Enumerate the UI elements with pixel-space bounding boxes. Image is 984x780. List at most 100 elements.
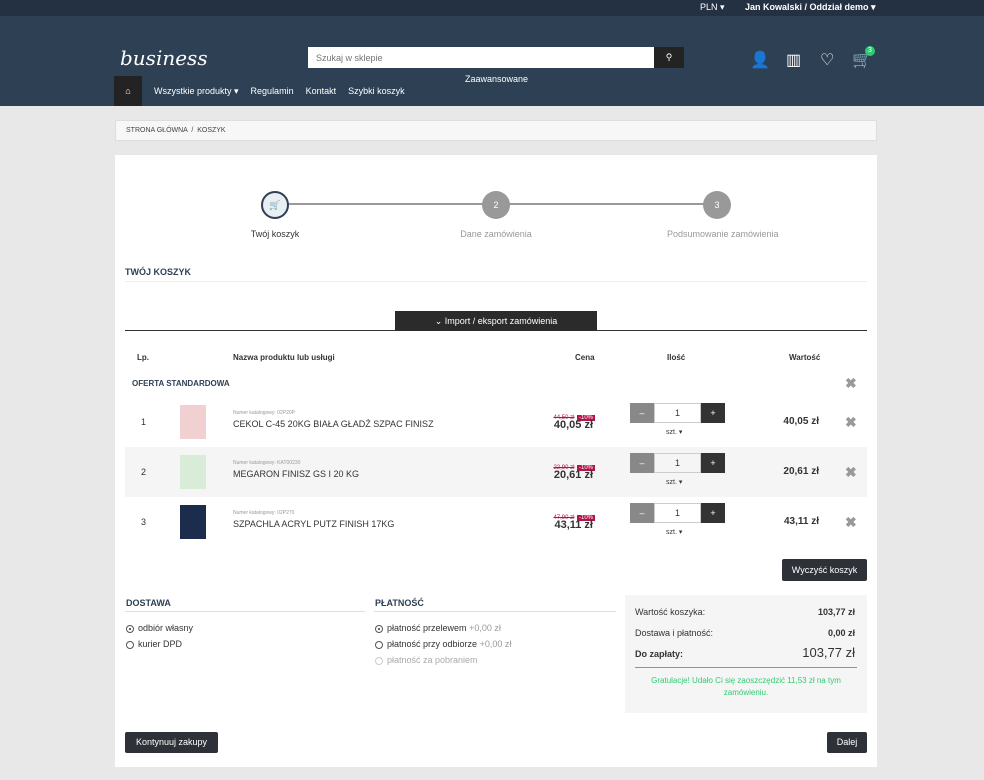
total-value: 103,77 zł: [802, 645, 855, 660]
unit-dropdown[interactable]: szt. ▾: [666, 478, 682, 486]
cart-panel: 🛒 Twój koszyk 2 Dane zamówienia 3 Podsumowa…: [115, 155, 877, 767]
heart-icon[interactable]: ♡: [820, 50, 834, 70]
cart-row: 1 Numer katalogowy: 02P20P CEKOL C-45 20…: [125, 397, 867, 447]
header: business ⚲ Zaawansowane 👤 ▥ ♡ 🛒 3 ⌂ Wszy…: [0, 16, 984, 106]
nav-terms[interactable]: Regulamin: [251, 86, 294, 96]
cart-value-label: Wartość koszyka:: [635, 607, 706, 617]
continue-shopping-button[interactable]: Kontynuuj zakupy: [125, 732, 218, 753]
cart-value: 103,77 zł: [817, 607, 855, 617]
group-label: OFERTA STANDARDOWA: [132, 379, 230, 388]
next-button[interactable]: Dalej: [827, 732, 867, 753]
cart-count-badge: 3: [865, 46, 875, 56]
cart-title: TWÓJ KOSZYK: [125, 267, 192, 277]
cart-row: 2 Numer katalogowy: KAT00230 MEGARON FIN…: [125, 447, 867, 497]
remove-item-icon[interactable]: ✖: [845, 514, 857, 531]
currency-dropdown[interactable]: PLN ▾: [700, 2, 725, 13]
breadcrumb: STRONA GŁÓWNA / KOSZYK: [115, 120, 877, 141]
cart-row: 3 Numer katalogowy: 02P270 SZPACHLA ACRY…: [125, 497, 867, 547]
product-name[interactable]: SZPACHLA ACRYL PUTZ FINISH 17KG: [233, 519, 394, 529]
unit-dropdown[interactable]: szt. ▾: [666, 428, 682, 436]
nav-quick-cart[interactable]: Szybki koszyk: [348, 86, 405, 96]
quantity-input[interactable]: 1: [654, 503, 701, 523]
home-icon[interactable]: ⌂: [114, 76, 142, 106]
quantity-input[interactable]: 1: [654, 453, 701, 473]
clear-cart-button[interactable]: Wyczyść koszyk: [782, 559, 867, 581]
stats-icon[interactable]: ▥: [786, 50, 801, 70]
total-label: Do zapłaty:: [635, 649, 684, 659]
option-label: kurier DPD: [138, 639, 183, 649]
decrease-button[interactable]: –: [630, 503, 654, 523]
delivery-option-dpd[interactable]: kurier DPD: [126, 639, 182, 649]
row-number: 1: [141, 417, 147, 427]
row-number: 2: [141, 467, 147, 477]
option-label: płatność przelewem: [387, 623, 467, 633]
price: 43,11 zł: [554, 519, 593, 531]
breadcrumb-home[interactable]: STRONA GŁÓWNA: [126, 127, 187, 134]
product-thumbnail[interactable]: [180, 505, 206, 539]
quantity-stepper: –1 +: [630, 403, 725, 423]
top-bar: PLN ▾ Jan Kowalski / Oddział demo ▾: [0, 0, 984, 16]
logo[interactable]: business: [120, 46, 208, 70]
catalog-number: Numer katalogowy: 02P270: [233, 510, 295, 516]
catalog-number: Numer katalogowy: KAT00230: [233, 460, 301, 466]
catalog-number: Numer katalogowy: 02P20P: [233, 410, 295, 416]
import-export-button[interactable]: ⌄ Import / eksport zamówienia: [395, 311, 597, 331]
delivery-option-pickup[interactable]: odbiór własny: [126, 623, 193, 633]
col-value: Wartość: [789, 353, 821, 362]
step-summary: 3 Podsumowanie zamówienia: [667, 191, 779, 239]
quantity-stepper: –1 +: [630, 503, 725, 523]
product-thumbnail[interactable]: [180, 455, 206, 489]
user-menu[interactable]: Jan Kowalski / Oddział demo ▾: [745, 2, 876, 13]
product-name[interactable]: MEGARON FINISZ GS I 20 KG: [233, 469, 359, 479]
increase-button[interactable]: +: [701, 453, 725, 473]
quantity-stepper: –1 +: [630, 453, 725, 473]
savings-message: Gratulacje! Udało Ci się zaoszczędzić 11…: [651, 676, 841, 697]
unit-dropdown[interactable]: szt. ▾: [666, 528, 682, 536]
shipping-label: Dostawa i płatność:: [635, 628, 714, 638]
step-label: Twój koszyk: [250, 229, 300, 239]
shipping-value: 0,00 zł: [827, 628, 855, 638]
nav-contact[interactable]: Kontakt: [306, 86, 337, 96]
step-order-data: 2 Dane zamówienia: [446, 191, 546, 239]
remove-group-icon[interactable]: ✖: [845, 375, 857, 392]
product-thumbnail[interactable]: [180, 405, 206, 439]
col-name: Nazwa produktu lub usługi: [233, 353, 335, 362]
step-cart: 🛒 Twój koszyk: [225, 191, 325, 239]
col-price: Cena: [575, 353, 595, 362]
step-label: Podsumowanie zamówienia: [667, 229, 779, 239]
increase-button[interactable]: +: [701, 503, 725, 523]
option-label: odbiór własny: [138, 623, 194, 633]
step-number: 3: [703, 191, 731, 219]
delivery-title: DOSTAWA: [126, 598, 171, 608]
step-label: Dane zamówienia: [460, 229, 532, 239]
main-nav: ⌂ Wszystkie produkty ▾ Regulamin Kontakt…: [114, 76, 405, 106]
row-value: 43,11 zł: [783, 516, 819, 527]
remove-item-icon[interactable]: ✖: [845, 464, 857, 481]
nav-all-products[interactable]: Wszystkie produkty ▾: [154, 86, 239, 97]
search-input[interactable]: [308, 47, 654, 68]
advanced-search-link[interactable]: Zaawansowane: [465, 74, 528, 84]
user-icon[interactable]: 👤: [750, 50, 770, 70]
option-extra: +0,00 zł: [479, 639, 512, 649]
quantity-input[interactable]: 1: [654, 403, 701, 423]
step-number: 2: [482, 191, 510, 219]
col-lp: Lp.: [137, 353, 149, 362]
price: 20,61 zł: [553, 469, 593, 481]
row-value: 20,61 zł: [783, 466, 819, 477]
search-button[interactable]: ⚲: [654, 47, 684, 68]
row-number: 3: [141, 517, 147, 527]
row-value: 40,05 zł: [783, 416, 819, 427]
cart-step-icon: 🛒: [261, 191, 289, 219]
increase-button[interactable]: +: [701, 403, 725, 423]
decrease-button[interactable]: –: [630, 403, 654, 423]
option-label: płatność za pobraniem: [387, 655, 478, 665]
option-label: płatność przy odbiorze: [387, 639, 478, 649]
decrease-button[interactable]: –: [630, 453, 654, 473]
breadcrumb-current: KOSZYK: [197, 127, 226, 134]
payment-option-transfer[interactable]: płatność przelewem +0,00 zł: [375, 623, 501, 633]
payment-option-on-delivery[interactable]: płatność przy odbiorze +0,00 zł: [375, 639, 511, 649]
payment-option-cod: płatność za pobraniem: [375, 655, 478, 665]
col-qty: Ilość: [667, 353, 686, 362]
product-name[interactable]: CEKOL C-45 20KG BIAŁA GŁADŹ SZPAC FINISZ: [233, 419, 434, 429]
remove-item-icon[interactable]: ✖: [845, 414, 857, 431]
